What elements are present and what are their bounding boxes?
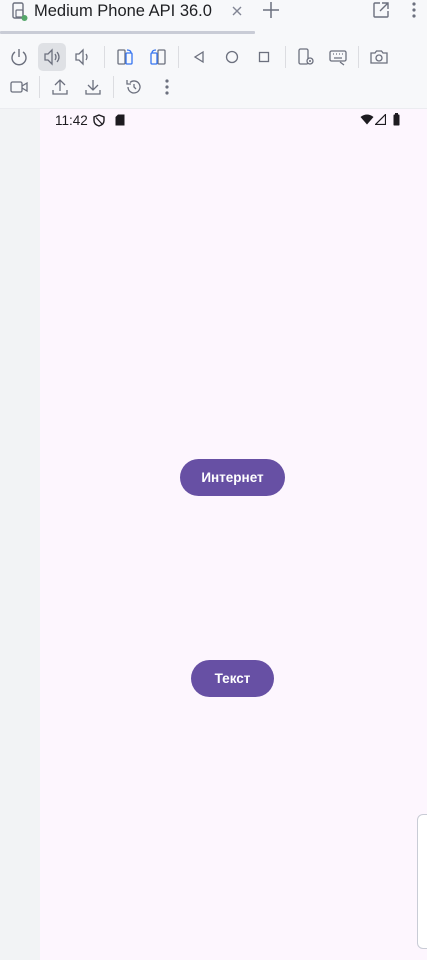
tab-title: Medium Phone API 36.0	[34, 2, 212, 20]
screenshot-icon[interactable]	[365, 43, 393, 71]
side-panel-handle[interactable]	[417, 814, 427, 949]
upload-icon[interactable]	[46, 73, 74, 101]
status-time: 11:42	[55, 113, 88, 128]
overview-icon[interactable]	[250, 43, 278, 71]
tab-bar: Medium Phone API 36.0	[0, 0, 427, 34]
more-vertical-icon[interactable]	[405, 0, 423, 20]
emulator-toolbar	[0, 34, 427, 109]
device-settings-icon[interactable]	[292, 43, 320, 71]
rotate-right-icon[interactable]	[144, 43, 172, 71]
signal-icon	[375, 114, 386, 125]
reset-icon[interactable]	[120, 73, 148, 101]
toolbar-separator	[113, 76, 114, 98]
status-bar: 11:42	[40, 109, 427, 133]
more-vertical-icon[interactable]	[153, 73, 181, 101]
battery-icon	[393, 113, 400, 126]
emulator-gutter	[0, 109, 40, 960]
toolbar-separator	[104, 46, 105, 68]
toolbar-separator	[358, 46, 359, 68]
toolbar-separator	[178, 46, 179, 68]
rotate-left-icon[interactable]	[111, 43, 139, 71]
device-tab[interactable]: Medium Phone API 36.0	[0, 0, 255, 34]
download-icon[interactable]	[79, 73, 107, 101]
screen-record-icon[interactable]	[5, 73, 33, 101]
close-icon[interactable]	[228, 2, 246, 20]
wifi-icon	[360, 114, 374, 125]
toolbar-separator	[39, 76, 40, 98]
open-external-icon[interactable]	[370, 0, 392, 20]
keyboard-icon[interactable]	[324, 43, 352, 71]
shield-icon	[93, 114, 105, 127]
device-running-icon	[11, 2, 29, 22]
back-icon[interactable]	[185, 43, 213, 71]
toolbar-separator	[285, 46, 286, 68]
home-icon[interactable]	[218, 43, 246, 71]
volume-down-icon[interactable]	[69, 43, 97, 71]
text-button[interactable]: Текст	[191, 660, 274, 697]
internet-button[interactable]: Интернет	[180, 459, 285, 496]
plus-icon[interactable]	[260, 0, 282, 20]
device-screen[interactable]: 11:42 Интернет Текст	[40, 109, 427, 960]
power-icon[interactable]	[5, 43, 33, 71]
sd-card-icon	[115, 114, 125, 126]
volume-up-icon[interactable]	[38, 43, 66, 71]
